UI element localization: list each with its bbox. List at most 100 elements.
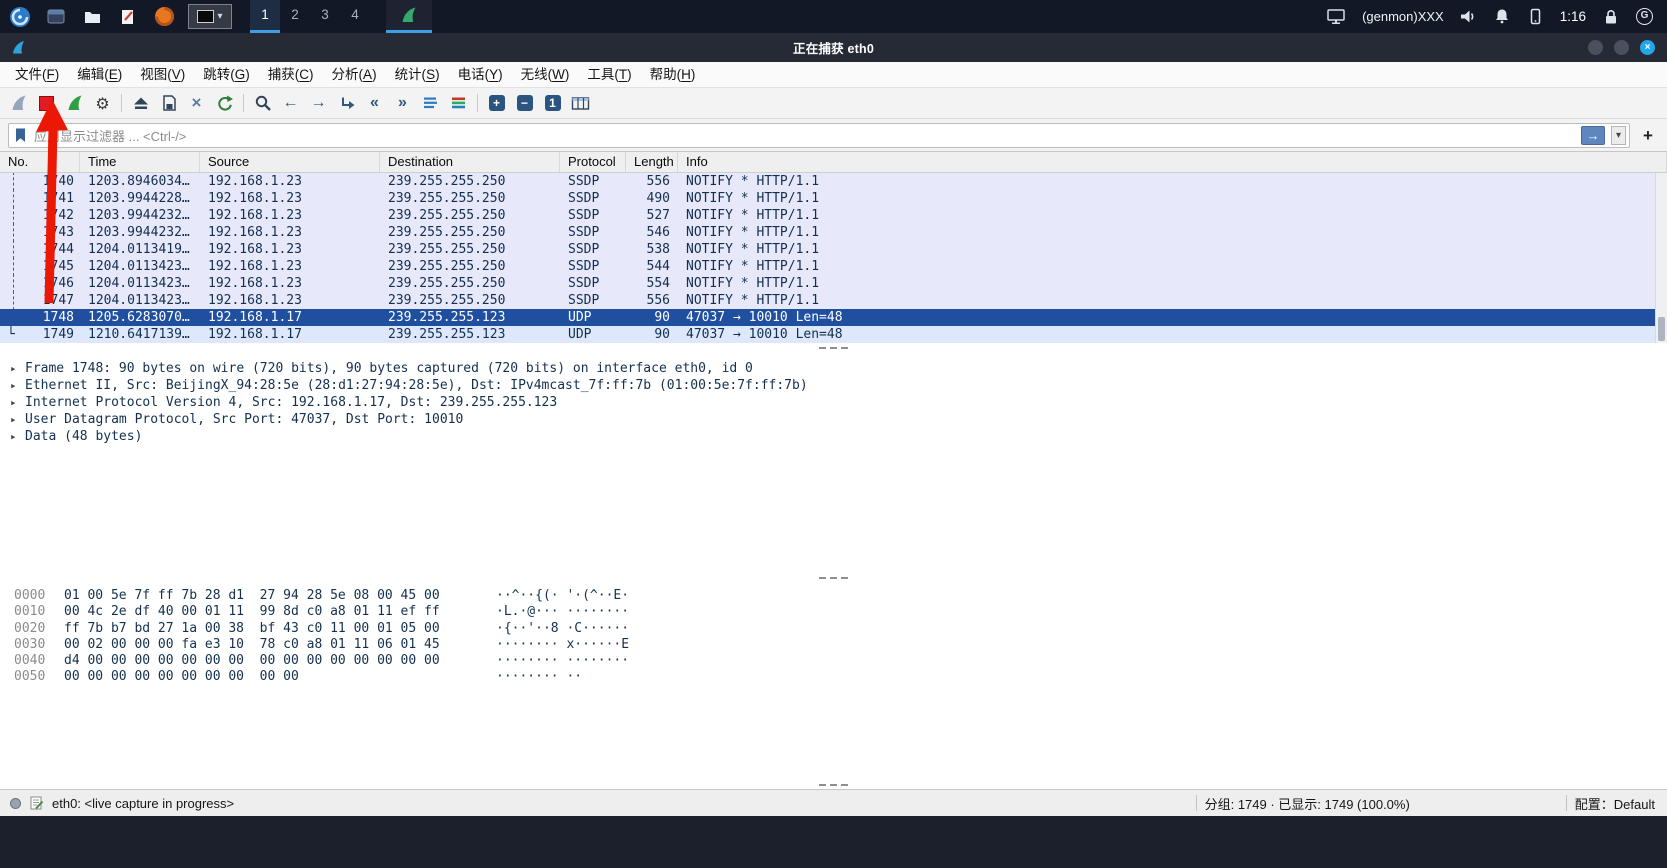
column-header-time[interactable]: Time [80, 152, 200, 172]
clock[interactable]: 1:16 [1560, 9, 1586, 24]
open-capture-button[interactable] [127, 90, 154, 116]
capture-options-button[interactable]: ⚙ [89, 90, 116, 116]
hex-row-0050[interactable]: 0050 00 00 00 00 00 00 00 00 00 00 ·······… [14, 669, 1667, 685]
packet-row-1747[interactable]: 1747 1204.0113423… 192.168.1.23 239.255.255… [0, 292, 1667, 309]
detail-line-4[interactable]: ▸ Data (48 bytes) [10, 428, 1667, 445]
menu-item-w[interactable]: 无线(W) [512, 62, 579, 87]
hex-row-0000[interactable]: 0000 01 00 5e 7f ff 7b 28 d1 27 94 28 5e … [14, 588, 1667, 604]
file-manager-icon[interactable] [80, 5, 104, 29]
column-header-length[interactable]: Length [626, 152, 678, 172]
minimize-button[interactable] [1588, 40, 1603, 55]
packet-row-1743[interactable]: 1743 1203.9944232… 192.168.1.23 239.255.255… [0, 224, 1667, 241]
column-header-no[interactable]: No. [0, 152, 80, 172]
start-capture-button[interactable] [5, 90, 32, 116]
workspace-button-4[interactable]: 4 [340, 0, 370, 33]
hex-bytes[interactable]: 01 00 5e 7f ff 7b 28 d1 27 94 28 5e 08 0… [64, 588, 496, 604]
volume-icon[interactable] [1460, 8, 1477, 25]
menu-item-s[interactable]: 统计(S) [386, 62, 449, 87]
expand-arrow-icon[interactable]: ▸ [10, 360, 25, 377]
menu-item-f[interactable]: 文件(F) [6, 62, 68, 87]
hex-bytes[interactable]: 00 00 00 00 00 00 00 00 00 00 [64, 669, 496, 685]
expand-arrow-icon[interactable]: ▸ [10, 377, 25, 394]
find-packet-button[interactable] [249, 90, 276, 116]
hex-bytes[interactable]: 00 02 00 00 00 fa e3 10 78 c0 a8 01 11 0… [64, 637, 496, 653]
packet-row-1745[interactable]: 1745 1204.0113423… 192.168.1.23 239.255.255… [0, 258, 1667, 275]
window-manager-icon[interactable] [44, 5, 68, 29]
capture-comment-icon[interactable] [29, 795, 44, 811]
workspace-button-3[interactable]: 3 [310, 0, 340, 33]
reload-capture-button[interactable] [211, 90, 238, 116]
last-packet-button[interactable]: » [389, 90, 416, 116]
packet-row-1746[interactable]: 1746 1204.0113423… 192.168.1.23 239.255.255… [0, 275, 1667, 292]
hex-ascii[interactable]: ·{··'··8 ·C······ [496, 621, 629, 636]
expand-arrow-icon[interactable]: ▸ [10, 428, 25, 445]
auto-scroll-button[interactable] [417, 90, 444, 116]
filter-add-button[interactable]: + [1637, 124, 1659, 147]
globe-icon[interactable]: G [1636, 8, 1653, 25]
column-header-source[interactable]: Source [200, 152, 380, 172]
firefox-icon[interactable] [152, 5, 176, 29]
column-header-protocol[interactable]: Protocol [560, 152, 626, 172]
menu-item-c[interactable]: 捕获(C) [259, 62, 323, 87]
expand-arrow-icon[interactable]: ▸ [10, 411, 25, 428]
window-titlebar[interactable]: 正在捕获 eth0 × [0, 33, 1667, 62]
hex-ascii[interactable]: ·L.·@··· ········ [496, 604, 629, 619]
packet-row-1740[interactable]: 1740 1203.8946034… 192.168.1.23 239.255.255… [0, 173, 1667, 190]
hex-bytes[interactable]: ff 7b b7 bd 27 1a 00 38 bf 43 c0 11 00 0… [64, 621, 496, 637]
packet-row-1744[interactable]: 1744 1204.0113419… 192.168.1.23 239.255.255… [0, 241, 1667, 258]
scrollbar-thumb[interactable] [1658, 317, 1665, 341]
menu-item-h[interactable]: 帮助(H) [641, 62, 705, 87]
first-packet-button[interactable]: « [361, 90, 388, 116]
menu-item-t[interactable]: 工具(T) [578, 62, 640, 87]
hex-ascii[interactable]: ········ x······E [496, 637, 629, 652]
hex-bytes[interactable]: 00 4c 2e df 40 00 01 11 99 8d c0 a8 01 1… [64, 604, 496, 620]
hex-ascii[interactable]: ········ ········ [496, 653, 629, 668]
zoom-in-button[interactable]: + [483, 90, 510, 116]
hex-row-0040[interactable]: 0040 d4 00 00 00 00 00 00 00 00 00 00 00 … [14, 653, 1667, 669]
column-header-info[interactable]: Info [678, 152, 1667, 172]
display-icon[interactable] [1327, 8, 1346, 25]
close-button[interactable]: × [1640, 40, 1655, 55]
hex-ascii[interactable]: ········ ·· [496, 669, 582, 684]
filter-apply-button[interactable]: → [1581, 125, 1605, 145]
detail-line-3[interactable]: ▸ User Datagram Protocol, Src Port: 47037… [10, 411, 1667, 428]
workspace-button-1[interactable]: 1 [250, 0, 280, 33]
display-filter-input[interactable]: 应用显示过滤器 ... <Ctrl-/> → ▾ [8, 122, 1630, 148]
expert-info-icon[interactable] [10, 797, 21, 809]
menu-item-g[interactable]: 跳转(G) [194, 62, 259, 87]
previous-packet-button[interactable]: ← [277, 90, 304, 116]
menu-item-y[interactable]: 电话(Y) [449, 62, 512, 87]
menu-item-e[interactable]: 编辑(E) [68, 62, 131, 87]
menu-item-a[interactable]: 分析(A) [323, 62, 386, 87]
filter-dropdown-button[interactable]: ▾ [1611, 125, 1626, 145]
menu-item-v[interactable]: 视图(V) [131, 62, 194, 87]
packet-row-1741[interactable]: 1741 1203.9944228… 192.168.1.23 239.255.255… [0, 190, 1667, 207]
restart-capture-button[interactable] [61, 90, 88, 116]
hex-row-0030[interactable]: 0030 00 02 00 00 00 fa e3 10 78 c0 a8 01 … [14, 637, 1667, 653]
lock-icon[interactable] [1602, 8, 1620, 25]
packet-row-1749[interactable]: └ 1749 1210.6417139… 192.168.1.17 239.255.25… [0, 326, 1667, 343]
zoom-original-button[interactable]: 1 [539, 90, 566, 116]
notifications-bell-icon[interactable] [1493, 8, 1511, 25]
goto-packet-button[interactable] [333, 90, 360, 116]
packet-row-1742[interactable]: 1742 1203.9944232… 192.168.1.23 239.255.255… [0, 207, 1667, 224]
next-packet-button[interactable]: → [305, 90, 332, 116]
column-header-destination[interactable]: Destination [380, 152, 560, 172]
colorize-button[interactable] [445, 90, 472, 116]
app-menu-icon[interactable] [8, 5, 32, 29]
status-profile[interactable]: 配置：Default [1575, 794, 1655, 813]
stop-capture-button[interactable] [33, 90, 60, 116]
screen-chooser-dropdown[interactable]: ▾ [188, 4, 232, 29]
pane-splitter[interactable] [0, 781, 1667, 789]
packet-row-1748[interactable]: 1748 1205.6283070… 192.168.1.17 239.255.255… [0, 309, 1667, 326]
maximize-button[interactable] [1614, 40, 1629, 55]
hex-row-0020[interactable]: 0020 ff 7b b7 bd 27 1a 00 38 bf 43 c0 11 … [14, 621, 1667, 637]
workspace-button-2[interactable]: 2 [280, 0, 310, 33]
vertical-scrollbar[interactable] [1655, 173, 1667, 343]
pane-splitter[interactable] [0, 574, 1667, 582]
save-capture-button[interactable] [155, 90, 182, 116]
detail-line-2[interactable]: ▸ Internet Protocol Version 4, Src: 192.1… [10, 394, 1667, 411]
hex-bytes[interactable]: d4 00 00 00 00 00 00 00 00 00 00 00 00 0… [64, 653, 496, 669]
text-editor-icon[interactable] [116, 5, 140, 29]
zoom-out-button[interactable]: − [511, 90, 538, 116]
